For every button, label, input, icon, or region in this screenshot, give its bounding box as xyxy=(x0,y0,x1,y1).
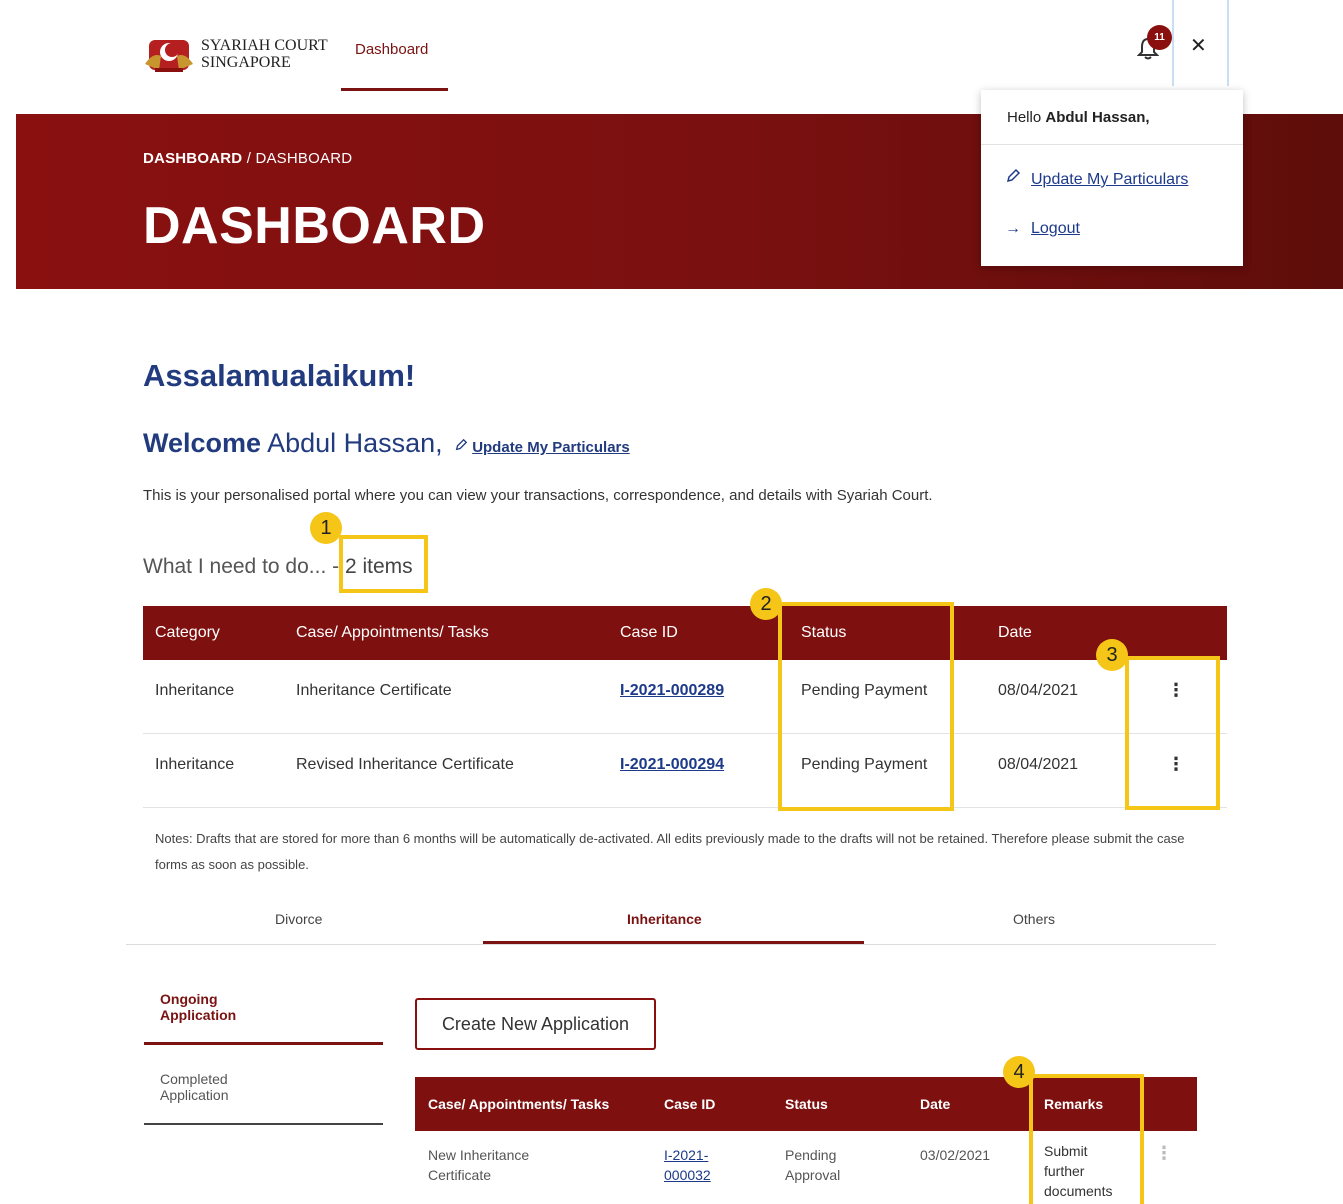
case-id-link[interactable]: I-2021-000289 xyxy=(620,682,724,700)
page-title: DASHBOARD xyxy=(143,197,486,255)
cell-task: Inheritance Certificate xyxy=(296,682,452,699)
todo-table: Category Case/ Appointments/ Tasks Case … xyxy=(143,606,1227,808)
divider xyxy=(144,1123,383,1125)
breadcrumb-root[interactable]: DASHBOARD xyxy=(143,150,242,167)
cell-status: Pending Approval xyxy=(785,1145,840,1185)
arrow-right-icon: → xyxy=(1005,220,1021,237)
user-greeting: Hello Abdul Hassan, xyxy=(1007,109,1150,126)
syariah-court-crest-icon[interactable] xyxy=(143,34,195,74)
table-header: Category Case/ Appointments/ Tasks Case … xyxy=(143,606,1227,660)
column-header-case-id: Case ID xyxy=(620,624,678,641)
pencil-icon xyxy=(1006,168,1021,183)
cell-category: Inheritance xyxy=(155,756,235,773)
cell-date: 08/04/2021 xyxy=(998,682,1079,699)
update-particulars-link[interactable]: Update My Particulars xyxy=(1031,171,1188,188)
column-header-category: Category xyxy=(155,624,220,641)
annotation-marker-2: 2 xyxy=(750,588,782,620)
nav-dashboard-link[interactable]: Dashboard xyxy=(355,41,428,58)
column-header-status: Status xyxy=(785,1096,828,1112)
annotation-marker-3: 3 xyxy=(1096,639,1128,671)
pencil-icon xyxy=(455,438,468,451)
create-new-application-button[interactable]: Create New Application xyxy=(415,998,656,1050)
tab-divorce[interactable]: Divorce xyxy=(275,911,322,927)
nav-active-indicator xyxy=(341,88,448,91)
breadcrumb-separator: / xyxy=(246,150,252,167)
drafts-note: Notes: Drafts that are stored for more t… xyxy=(155,831,1185,872)
todo-label: What I need to do... - xyxy=(143,555,340,578)
highlight-box-1 xyxy=(339,535,428,593)
cell-task-line: New Inheritance xyxy=(428,1147,530,1163)
user-name: Abdul Hassan, xyxy=(1045,109,1150,126)
update-particulars-link[interactable]: Update My Particulars xyxy=(472,439,630,456)
side-nav-completed[interactable]: Completed Application xyxy=(160,1071,270,1103)
annotation-marker-4: 4 xyxy=(1003,1056,1035,1088)
case-id-line: I-2021- xyxy=(664,1147,709,1163)
case-id-line: 000032 xyxy=(664,1167,711,1183)
user-menu-dropdown: Hello Abdul Hassan, Update My Particular… xyxy=(981,90,1243,266)
column-header-task: Case/ Appointments/ Tasks xyxy=(296,624,489,641)
table-row: Inheritance Revised Inheritance Certific… xyxy=(143,734,1227,808)
tab-others[interactable]: Others xyxy=(1013,911,1055,927)
annotation-marker-1: 1 xyxy=(310,512,342,544)
highlight-box-4 xyxy=(1029,1074,1144,1204)
logout-menu-item[interactable]: → Logout xyxy=(1005,220,1080,238)
column-header-task: Case/ Appointments/ Tasks xyxy=(428,1096,610,1112)
divider xyxy=(1227,0,1229,86)
welcome-heading: Welcome Abdul Hassan, Update My Particul… xyxy=(143,428,630,459)
cell-date: 08/04/2021 xyxy=(998,756,1079,773)
cell-status-line: Pending xyxy=(785,1147,837,1163)
divider xyxy=(1172,0,1174,86)
case-id-link[interactable]: I-2021- 000032 xyxy=(664,1145,711,1185)
logo-line-2: SINGAPORE xyxy=(201,54,291,71)
highlight-box-3 xyxy=(1125,656,1220,810)
close-icon[interactable]: ✕ xyxy=(1190,34,1207,58)
cell-category: Inheritance xyxy=(155,682,235,699)
cell-task: Revised Inheritance Certificate xyxy=(296,756,514,773)
notification-badge: 11 xyxy=(1147,25,1172,50)
divider xyxy=(981,144,1243,145)
greeting-heading: Assalamualaikum! xyxy=(143,358,416,393)
intro-text: This is your personalised portal where y… xyxy=(143,487,933,504)
breadcrumb: DASHBOARD / DASHBOARD xyxy=(143,150,352,167)
side-nav-active-indicator xyxy=(144,1042,383,1045)
breadcrumb-current: DASHBOARD xyxy=(255,150,353,167)
welcome-prefix: Welcome xyxy=(143,428,262,458)
column-header-date: Date xyxy=(998,624,1032,641)
cell-task: New Inheritance Certificate xyxy=(428,1145,529,1185)
highlight-box-2 xyxy=(778,602,954,811)
active-tab-indicator xyxy=(483,941,864,944)
welcome-name: Abdul Hassan, xyxy=(267,428,443,458)
hello-text: Hello xyxy=(1007,109,1042,126)
tabs-divider xyxy=(126,944,1216,945)
logo-line-1: SYARIAH COURT xyxy=(201,37,328,54)
update-particulars-menu-item[interactable]: Update My Particulars xyxy=(1005,168,1188,189)
side-nav-ongoing[interactable]: Ongoing Application xyxy=(160,991,270,1023)
logout-link[interactable]: Logout xyxy=(1031,220,1080,237)
cell-task-line: Certificate xyxy=(428,1167,492,1183)
cell-date: 03/02/2021 xyxy=(920,1147,991,1163)
tab-inheritance[interactable]: Inheritance xyxy=(627,911,702,927)
table-row: Inheritance Inheritance Certificate I-20… xyxy=(143,660,1227,734)
more-options-icon[interactable]: ⋮ xyxy=(1155,1143,1173,1163)
logo-text: SYARIAH COURT SINGAPORE xyxy=(201,37,328,71)
cell-status-line: Approval xyxy=(785,1167,841,1183)
case-id-link[interactable]: I-2021-000294 xyxy=(620,756,724,774)
column-header-case-id: Case ID xyxy=(664,1096,716,1112)
column-header-date: Date xyxy=(920,1096,951,1112)
